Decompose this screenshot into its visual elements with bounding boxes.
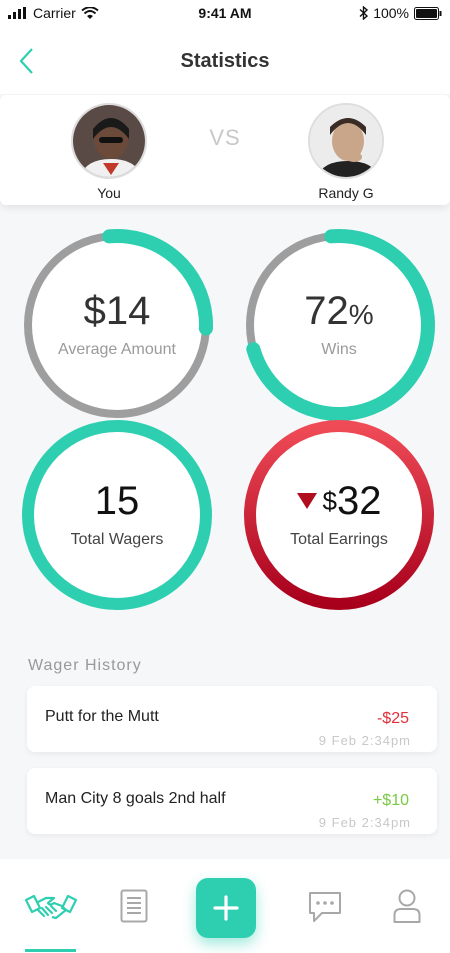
trend-down-icon [296,493,317,509]
player-name-you: You [97,185,121,201]
tab-bar [0,859,450,953]
wager-amount: -$25 [376,710,409,727]
active-tab-indicator [25,949,76,952]
player-opponent[interactable]: Randy G [296,103,396,201]
stat-content: $32 Total Earrings [242,418,436,612]
wager-time: 9 Feb 2:34pm [318,815,411,830]
stat-total-wagers[interactable]: 15 Total Wagers [20,418,214,612]
nav-bar: Statistics [0,28,450,94]
chat-icon [309,892,341,922]
average-amount-label: Average Amount [57,341,176,358]
stat-content: 72% Wins [242,228,436,422]
bluetooth-icon [359,6,369,20]
wager-time: 9 Feb 2:34pm [318,733,411,748]
earnings-currency: $ [322,486,337,516]
wager-title: Putt for the Mutt [45,708,159,725]
stat-content: 15 Total Wagers [20,418,214,612]
versus-card: You VS Randy G [0,95,450,205]
document-icon [120,889,148,923]
tab-profile[interactable] [393,889,421,928]
total-wagers-label: Total Wagers [70,531,164,548]
status-bar: Carrier 9:41 AM 100% [0,0,450,28]
wins-unit: % [348,299,374,330]
wager-amount: +$10 [372,792,409,809]
stat-wins[interactable]: 72% Wins [242,228,436,422]
wins-number: 72 [304,289,349,333]
stat-total-earnings[interactable]: $32 Total Earrings [242,418,436,612]
profile-icon [393,889,421,923]
plus-icon [213,895,239,921]
stat-average-amount[interactable]: $14 Average Amount [20,228,214,422]
add-wager-button[interactable] [196,878,256,938]
battery-icon [414,6,442,20]
battery-percent: 100% [373,5,409,21]
total-earnings-value: $32 [296,479,382,523]
average-amount-value: $14 [83,289,151,333]
page-title: Statistics [180,50,270,72]
wins-label: Wins [321,341,357,358]
list-item[interactable]: Man City 8 goals 2nd half +$10 9 Feb 2:3… [27,768,437,834]
tab-documents[interactable] [120,889,148,928]
tab-messages[interactable] [308,891,342,928]
wager-title: Man City 8 goals 2nd half [45,790,226,807]
wager-history-title: Wager History [28,657,142,674]
player-you[interactable]: You [59,103,159,201]
handshake-icon [24,894,78,920]
list-item[interactable]: Putt for the Mutt -$25 9 Feb 2:34pm [27,686,437,752]
wins-value: 72% [304,291,373,331]
total-earnings-label: Total Earrings [290,531,388,548]
status-right: 100% [359,5,442,21]
earnings-number: 32 [336,479,382,523]
tab-wagers[interactable] [24,890,78,929]
player-name-opponent: Randy G [318,185,374,201]
avatar [308,103,384,179]
opponent-avatar-photo [310,105,382,177]
stat-content: $14 Average Amount [20,228,214,422]
total-wagers-value: 15 [94,479,140,523]
